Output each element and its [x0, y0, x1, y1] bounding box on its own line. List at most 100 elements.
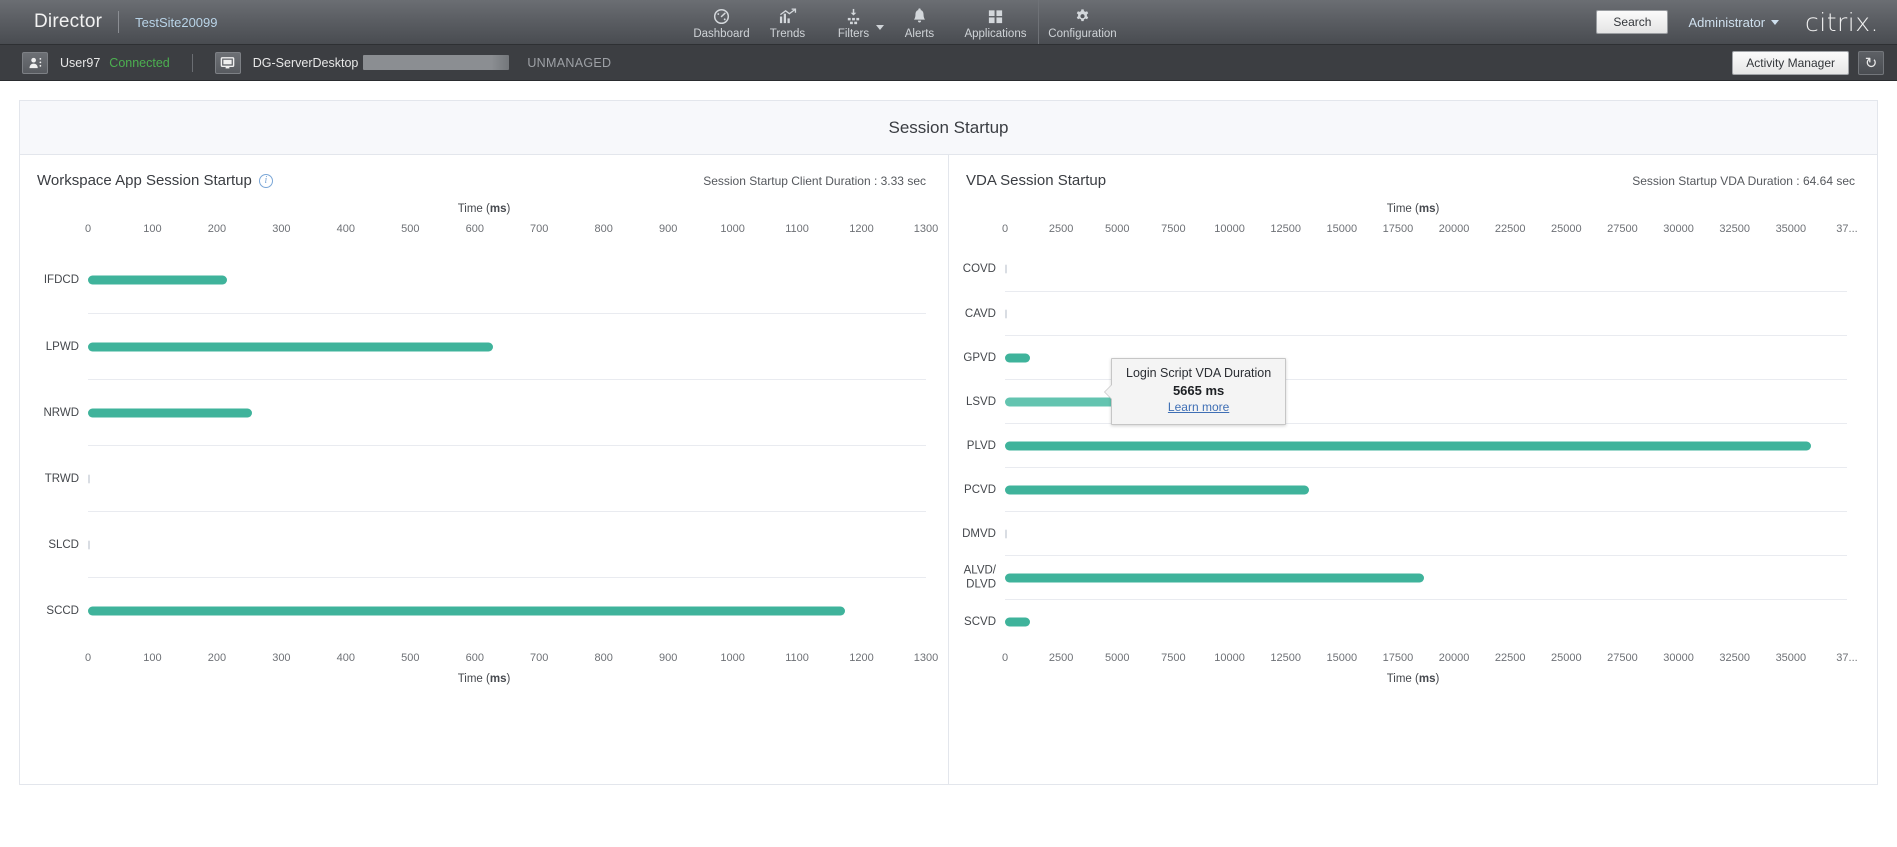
axis-tick-label: 17500 [1383, 223, 1414, 235]
axis-tick-label: 500 [401, 652, 419, 664]
nav-item-trends[interactable]: Trends [754, 0, 820, 44]
nav-item-dashboard[interactable]: Dashboard [688, 0, 754, 44]
axis-tick-label: 17500 [1383, 652, 1414, 664]
axis-tick-label: 15000 [1327, 223, 1358, 235]
category-label: LSVD [966, 394, 1005, 408]
bar[interactable] [1005, 485, 1309, 494]
refresh-icon[interactable]: ↻ [1858, 51, 1884, 75]
bar[interactable] [88, 408, 252, 417]
machine-name-label: DG-ServerDesktop [253, 56, 359, 70]
category-label: DMVD [962, 526, 1005, 540]
bar[interactable] [88, 474, 90, 483]
bar[interactable] [1005, 265, 1007, 274]
right-panel-title: VDA Session Startup [966, 172, 1106, 189]
axis-tick-label: 1100 [785, 652, 809, 664]
bar[interactable] [88, 342, 493, 351]
axis-tick-label: 900 [659, 223, 677, 235]
axis-tick-label: 35000 [1776, 223, 1807, 235]
app-brand-title: Director [34, 11, 102, 33]
nav-item-filters[interactable]: Filters [820, 0, 886, 44]
bar[interactable] [88, 606, 845, 615]
workspace-app-session-startup-panel: Workspace App Session Startup i Session … [19, 155, 948, 785]
category-label: SCCD [46, 603, 88, 617]
tooltip-title: Login Script VDA Duration [1126, 366, 1271, 380]
axis-tick-label: 300 [272, 223, 290, 235]
vda-session-startup-panel: VDA Session Startup Session Startup VDA … [948, 155, 1878, 785]
nav-spacer-right [1125, 0, 1596, 44]
machine-icon-button[interactable] [215, 52, 241, 74]
nav-label: Applications [964, 28, 1026, 40]
chart-row: COVD [1005, 247, 1847, 291]
chart-row: LPWD [88, 313, 926, 379]
session-bar-divider [192, 54, 193, 72]
brand-divider [118, 11, 119, 33]
axis-tick-label: 0 [85, 223, 91, 235]
axis-tick-label: 600 [466, 223, 484, 235]
bar[interactable] [1005, 309, 1007, 318]
bar[interactable] [88, 540, 90, 549]
redacted-field [363, 55, 509, 70]
activity-manager-button[interactable]: Activity Manager [1732, 51, 1849, 75]
axis-ticks-top: 0250050007500100001250015000175002000022… [1005, 223, 1847, 239]
trend-chart-icon [778, 8, 797, 25]
bar[interactable] [1005, 441, 1811, 450]
bar[interactable] [1005, 617, 1030, 626]
nav-spacer [218, 0, 689, 44]
axis-tick-label: 400 [337, 652, 355, 664]
secondary-nav-group: Configuration [1038, 0, 1125, 44]
bell-icon [910, 8, 929, 25]
axis-tick-label: 7500 [1161, 652, 1185, 664]
tooltip-value: 5665 ms [1126, 383, 1271, 398]
bar[interactable] [1005, 529, 1007, 538]
gear-icon [1073, 8, 1092, 25]
managed-state-label: UNMANAGED [527, 56, 611, 70]
axis-title-top: Time (ms) [949, 203, 1877, 215]
left-panel-title: Workspace App Session Startup [37, 172, 252, 189]
axis-tick-label: 2500 [1049, 652, 1073, 664]
right-panel-duration-label: Session Startup VDA Duration : 64.64 sec [1632, 174, 1855, 188]
chart-row: NRWD [88, 379, 926, 445]
axis-tick-label: 12500 [1270, 223, 1301, 235]
nav-item-applications[interactable]: Applications [952, 0, 1038, 44]
left-bar-chart: Time (ms)0100200300400500600700800900100… [20, 203, 948, 685]
category-label: LPWD [46, 339, 88, 353]
axis-tick-label: 400 [337, 223, 355, 235]
page-title: Session Startup [888, 118, 1008, 138]
nav-label: Dashboard [693, 28, 749, 40]
info-icon[interactable]: i [259, 174, 273, 188]
chevron-down-icon[interactable] [876, 25, 884, 30]
filter-icon [844, 8, 863, 25]
bar[interactable] [1005, 353, 1030, 362]
axis-tick-label: 20000 [1439, 652, 1470, 664]
axis-title-bottom: Time (ms) [949, 673, 1877, 685]
axis-tick-label: 300 [272, 652, 290, 664]
user-icon-button[interactable] [22, 52, 48, 74]
category-label: TRWD [45, 471, 88, 485]
administrator-menu[interactable]: Administrator [1688, 15, 1779, 30]
nav-item-configuration[interactable]: Configuration [1039, 0, 1125, 44]
axis-tick-label: 32500 [1719, 652, 1750, 664]
plot-area: COVDCAVDGPVDLSVDPLVDPCVDDMVDALVD/DLVDSCV… [1005, 247, 1847, 643]
tooltip-learn-more-link[interactable]: Learn more [1168, 400, 1229, 414]
right-panel-header: VDA Session Startup Session Startup VDA … [949, 155, 1877, 189]
axis-ticks-bottom: 0250050007500100001250015000175002000022… [1005, 652, 1847, 668]
axis-tick-label: 27500 [1607, 652, 1638, 664]
nav-item-alerts[interactable]: Alerts [886, 0, 952, 44]
category-label: PLVD [967, 438, 1005, 452]
category-label: CAVD [965, 306, 1005, 320]
site-name-label: TestSite20099 [135, 15, 217, 30]
bar-tooltip: Login Script VDA Duration 5665 ms Learn mo… [1111, 358, 1286, 425]
administrator-label: Administrator [1688, 15, 1765, 30]
chart-row: IFDCD [88, 247, 926, 313]
session-user-name: User97 [60, 56, 100, 70]
axis-tick-label: 15000 [1327, 652, 1358, 664]
search-button[interactable]: Search [1596, 10, 1668, 34]
axis-tick-label: 22500 [1495, 223, 1526, 235]
bar[interactable] [88, 276, 227, 285]
brand-zone: Director TestSite20099 [0, 0, 218, 44]
category-label: SLCD [48, 537, 88, 551]
grid-squares-icon [986, 8, 1005, 25]
bar[interactable] [1005, 573, 1424, 582]
gauge-icon [712, 8, 731, 25]
top-navigation-bar: Director TestSite20099 Dashboard Trends … [0, 0, 1897, 45]
